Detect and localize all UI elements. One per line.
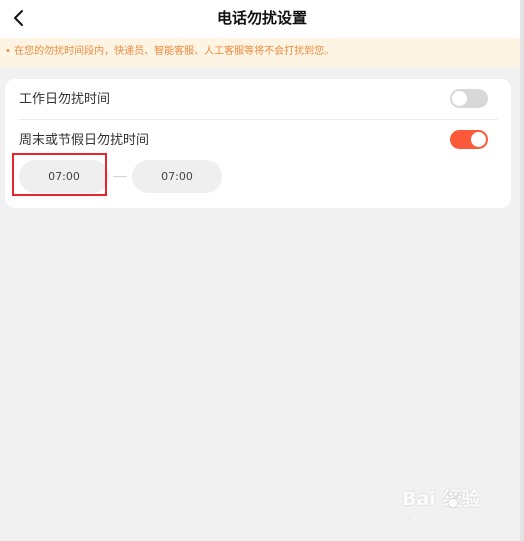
watermark: Bai 经验 jingyan.baidu.com bbox=[402, 488, 514, 526]
screen-edge bbox=[520, 0, 524, 541]
toggle-knob bbox=[452, 91, 467, 106]
page: { "header": { "title": "电话勿扰设置", "back_i… bbox=[0, 0, 524, 541]
paw-icon bbox=[444, 491, 463, 508]
page-title: 电话勿扰设置 bbox=[216, 9, 307, 27]
notice-banner: • 在您的勿扰时间段内，快递员、智能客服、人工客服等将不会打扰到您。 bbox=[0, 38, 524, 67]
weekend-label: 周末或节假日勿扰时间 bbox=[19, 133, 150, 148]
weekday-label: 工作日勿扰时间 bbox=[19, 92, 111, 107]
weekday-toggle[interactable] bbox=[450, 89, 488, 108]
time-range-dash bbox=[113, 176, 127, 177]
weekend-toggle[interactable] bbox=[450, 130, 488, 149]
notice-text: • 在您的勿扰时间段内，快递员、智能客服、人工客服等将不会打扰到您。 bbox=[5, 46, 335, 57]
highlight-annotation-box bbox=[12, 153, 107, 196]
toggle-knob bbox=[471, 132, 486, 147]
end-time-picker[interactable]: 07:00 bbox=[132, 160, 222, 193]
watermark-text: Bai 经验 bbox=[402, 488, 481, 510]
top-bar: 电话勿扰设置 bbox=[0, 0, 524, 38]
weekday-row: 工作日勿扰时间 bbox=[5, 79, 511, 119]
watermark-url: jingyan.baidu.com bbox=[402, 513, 476, 522]
